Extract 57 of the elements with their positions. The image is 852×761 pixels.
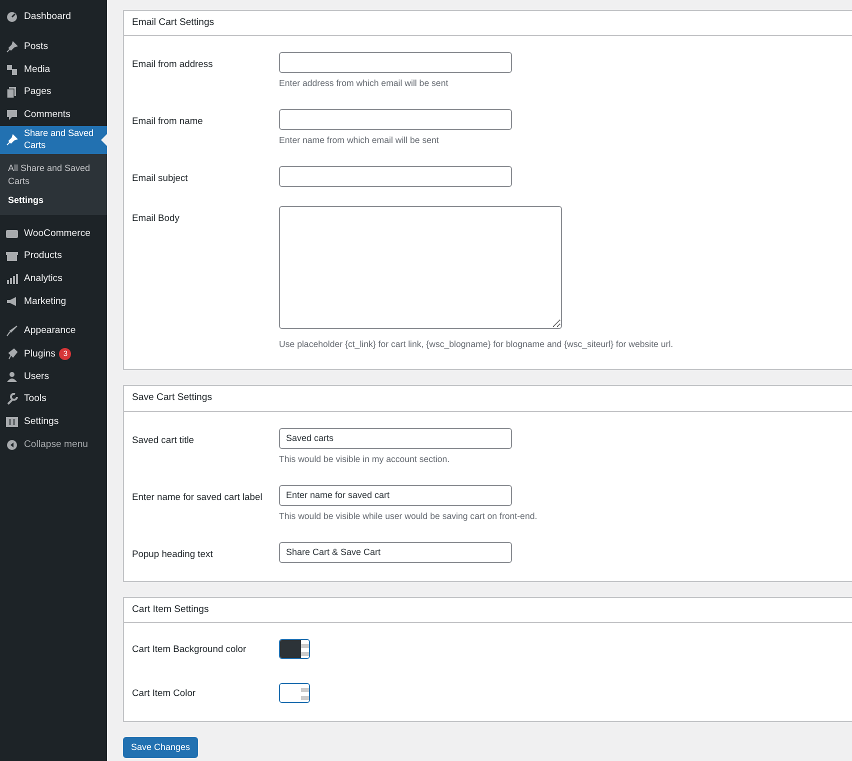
sidebar-item[interactable]: Users: [0, 365, 107, 388]
bar-chart-icon: [6, 272, 18, 285]
sidebar-item[interactable]: Tools: [0, 388, 107, 411]
help-text: This would be visible in my account section.: [279, 452, 451, 466]
field-label: Cart Item Color: [132, 686, 197, 700]
field-label: Enter name for saved cart label: [132, 490, 264, 504]
media-icon: [6, 64, 18, 76]
sidebar-item[interactable]: Comments: [0, 104, 107, 126]
help-text: This would be visible while user would be saving cart on front-end.: [279, 510, 538, 523]
sidebar-item[interactable]: Products: [0, 244, 107, 268]
sidebar-item[interactable]: Media: [0, 58, 107, 82]
submenu-item[interactable]: All Share and Saved Carts: [0, 160, 107, 190]
pin-icon: [6, 134, 18, 146]
field-label: Email from address: [132, 57, 214, 72]
input-field[interactable]: [279, 166, 512, 188]
field-label: Cart Item Background color: [132, 642, 248, 656]
sidebar-item[interactable]: Dashboard: [0, 6, 107, 29]
speech-bubble-icon: [6, 109, 18, 122]
save-button[interactable]: Save Changes: [123, 737, 198, 758]
box-icon: [6, 250, 18, 262]
input-field[interactable]: Enter name for saved cart: [279, 484, 512, 506]
input-field[interactable]: [279, 52, 512, 74]
user-icon: [6, 370, 18, 383]
sidebar-item[interactable]: Analytics: [0, 268, 107, 290]
sidebar-item[interactable]: Posts: [0, 36, 107, 58]
help-text: Enter address from which email will be sent: [279, 77, 450, 90]
collapse-icon: [6, 438, 18, 451]
field-label: Popup heading text: [132, 546, 214, 561]
sidebar-item[interactable]: Settings: [0, 410, 107, 434]
field-label: Email from name: [132, 114, 204, 128]
section-heading: Save Cart Settings: [124, 386, 852, 412]
sidebar-item[interactable]: WooCommerce: [0, 222, 107, 245]
pages-icon: [6, 86, 18, 98]
input-field[interactable]: Saved carts: [279, 428, 512, 449]
help-text: Enter name from which email will be sent: [279, 134, 440, 148]
wrench-icon: [6, 393, 18, 406]
field-label: Email Body: [132, 211, 180, 226]
section-heading: Cart Item Settings: [124, 598, 852, 624]
sidebar-item[interactable]: Share and Saved Carts: [0, 126, 107, 154]
megaphone-icon: [6, 296, 18, 308]
submenu-item[interactable]: Settings: [0, 192, 107, 208]
section-heading: Email Cart Settings: [124, 11, 852, 36]
input-field[interactable]: Share Cart & Save Cart: [279, 542, 512, 563]
brush-icon: [6, 325, 18, 338]
help-text: Use placeholder {ct_link} for cart link, {wsc_blogname} for blogname and {wsc_siteurl} for website url.: [279, 338, 674, 352]
input-field[interactable]: [279, 109, 512, 130]
sidebar-item[interactable]: Collapse menu: [0, 433, 107, 456]
color-picker[interactable]: [279, 683, 310, 704]
field-label: Saved cart title: [132, 432, 196, 447]
field-label: Email subject: [132, 171, 189, 186]
pin-icon: [6, 41, 18, 54]
textarea-field[interactable]: [279, 206, 562, 330]
color-picker[interactable]: [279, 639, 310, 660]
gauge-icon: [6, 11, 18, 24]
sidebar-item[interactable]: Pages: [0, 81, 107, 104]
sidebar-item[interactable]: Marketing: [0, 290, 107, 313]
sidebar-item[interactable]: Appearance: [0, 320, 107, 343]
